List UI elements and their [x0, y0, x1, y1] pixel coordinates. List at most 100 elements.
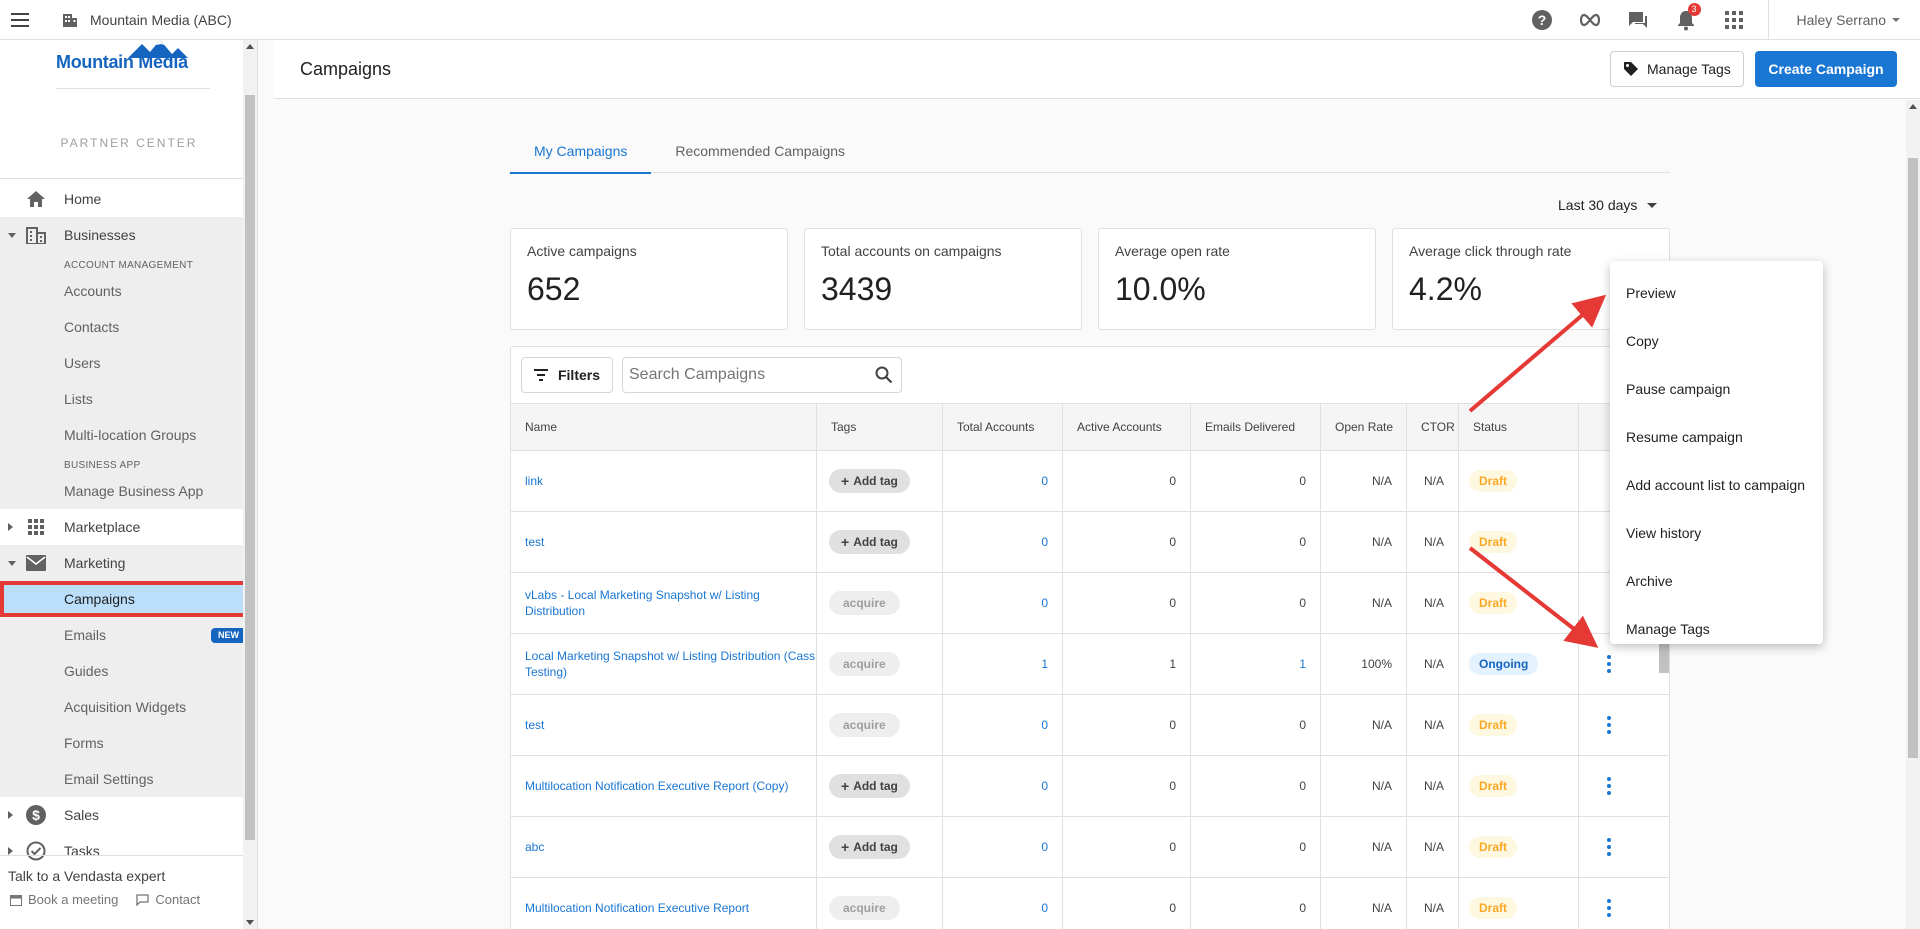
- total-accounts-link[interactable]: 0: [943, 756, 1063, 816]
- column-header-active-accounts[interactable]: Active Accounts: [1063, 404, 1191, 450]
- column-header-status[interactable]: Status: [1459, 404, 1579, 450]
- create-campaign-button[interactable]: Create Campaign: [1755, 51, 1897, 87]
- sidebar-item-guides[interactable]: Guides: [0, 653, 257, 689]
- sidebar-item-manage-business-app[interactable]: Manage Business App: [0, 473, 257, 509]
- sidebar-item-lists[interactable]: Lists: [0, 381, 257, 417]
- status-badge: Draft: [1469, 531, 1518, 553]
- campaign-name-link[interactable]: vLabs - Local Marketing Snapshot w/ List…: [511, 573, 817, 633]
- campaign-name-link[interactable]: Local Marketing Snapshot w/ Listing Dist…: [511, 634, 817, 694]
- table-row: Local Marketing Snapshot w/ Listing Dist…: [511, 634, 1669, 695]
- page-title: Campaigns: [300, 59, 392, 79]
- campaign-name-link[interactable]: test: [511, 512, 817, 572]
- total-accounts-link[interactable]: 0: [943, 695, 1063, 755]
- sidebar-item-email-settings[interactable]: Email Settings: [0, 761, 257, 797]
- add-tag-button[interactable]: + Add tag: [829, 774, 910, 798]
- campaign-name-link[interactable]: abc: [511, 817, 817, 877]
- campaign-name-link[interactable]: test: [511, 695, 817, 755]
- sidebar-item-users[interactable]: Users: [0, 345, 257, 381]
- search-icon[interactable]: [875, 366, 893, 384]
- more-vert-icon[interactable]: [1579, 817, 1639, 877]
- add-tag-button[interactable]: + Add tag: [829, 835, 910, 859]
- more-vert-icon[interactable]: [1579, 878, 1639, 929]
- total-accounts-link[interactable]: 0: [943, 512, 1063, 572]
- emails-delivered-value: 0: [1191, 451, 1321, 511]
- total-accounts-link[interactable]: 0: [943, 817, 1063, 877]
- active-accounts-value: 0: [1063, 817, 1191, 877]
- help-icon[interactable]: ?: [1518, 0, 1566, 40]
- campaign-name-link[interactable]: Multilocation Notification Executive Rep…: [511, 878, 817, 929]
- menu-item-copy[interactable]: Copy: [1610, 317, 1823, 365]
- main-scrollbar[interactable]: [1906, 100, 1920, 929]
- sidebar-item-accounts[interactable]: Accounts: [0, 273, 257, 309]
- sidebar-item-forms[interactable]: Forms: [0, 725, 257, 761]
- menu-item-resume-campaign[interactable]: Resume campaign: [1610, 413, 1823, 461]
- sidebar-scrollbar[interactable]: [243, 40, 257, 929]
- add-tag-button[interactable]: + Add tag: [829, 469, 910, 493]
- bell-icon[interactable]: 3: [1662, 0, 1710, 40]
- sidebar-item-acquisition-widgets[interactable]: Acquisition Widgets: [0, 689, 257, 725]
- menu-item-add-account-list[interactable]: Add account list to campaign: [1610, 461, 1823, 509]
- book-meeting-link[interactable]: Book a meeting: [10, 892, 118, 907]
- scroll-down-icon[interactable]: [246, 920, 254, 925]
- sidebar-item-emails[interactable]: Emails NEW: [0, 617, 257, 653]
- tag-chip[interactable]: acquire: [829, 896, 900, 920]
- tab-my-campaigns[interactable]: My Campaigns: [510, 135, 652, 174]
- menu-item-view-history[interactable]: View history: [1610, 509, 1823, 557]
- more-vert-icon[interactable]: [1579, 756, 1639, 816]
- dollar-icon: $: [26, 805, 46, 825]
- column-header-name[interactable]: Name: [511, 404, 817, 450]
- campaign-tabs: My Campaigns Recommended Campaigns: [510, 135, 1670, 174]
- more-vert-icon[interactable]: [1579, 695, 1639, 755]
- manage-tags-button[interactable]: Manage Tags: [1610, 51, 1744, 87]
- column-header-ctor[interactable]: CTOR: [1407, 404, 1459, 450]
- user-menu[interactable]: Haley Serrano: [1769, 12, 1920, 28]
- tag-chip[interactable]: acquire: [829, 591, 900, 615]
- menu-item-preview[interactable]: Preview: [1610, 269, 1823, 317]
- campaign-name-link[interactable]: link: [511, 451, 817, 511]
- add-tag-label: Add tag: [853, 535, 898, 549]
- sidebar-item-businesses[interactable]: Businesses: [0, 217, 257, 253]
- menu-item-pause-campaign[interactable]: Pause campaign: [1610, 365, 1823, 413]
- sidebar-item-home[interactable]: Home: [0, 181, 257, 217]
- menu-item-archive[interactable]: Archive: [1610, 557, 1823, 605]
- column-header-total-accounts[interactable]: Total Accounts: [943, 404, 1063, 450]
- total-accounts-link[interactable]: 0: [943, 573, 1063, 633]
- tab-recommended-campaigns[interactable]: Recommended Campaigns: [651, 135, 869, 173]
- scroll-up-icon[interactable]: [1909, 104, 1917, 109]
- scroll-thumb[interactable]: [245, 95, 255, 840]
- caret-down-icon: [8, 560, 16, 566]
- column-header-emails-delivered[interactable]: Emails Delivered: [1191, 404, 1321, 450]
- date-range-select[interactable]: Last 30 days: [1558, 197, 1658, 213]
- notification-badge: 3: [1687, 3, 1701, 16]
- sidebar-item-sales[interactable]: $ Sales: [0, 797, 257, 833]
- org-name[interactable]: Mountain Media (ABC): [90, 12, 232, 28]
- active-accounts-value: 0: [1063, 756, 1191, 816]
- campaign-name: Local Marketing Snapshot w/ Listing Dist…: [525, 649, 816, 679]
- filters-button[interactable]: Filters: [521, 357, 613, 393]
- column-header-tags[interactable]: Tags: [817, 404, 943, 450]
- menu-item-manage-tags[interactable]: Manage Tags: [1610, 605, 1823, 653]
- search-input[interactable]: [623, 358, 863, 392]
- total-accounts-link[interactable]: 0: [943, 451, 1063, 511]
- chat-icon[interactable]: [1614, 0, 1662, 40]
- tag-chip[interactable]: acquire: [829, 713, 900, 737]
- total-accounts-link[interactable]: 0: [943, 878, 1063, 929]
- add-tag-button[interactable]: + Add tag: [829, 530, 910, 554]
- menu-icon[interactable]: [0, 0, 40, 40]
- infinity-icon[interactable]: [1566, 0, 1614, 40]
- sidebar-item-contacts[interactable]: Contacts: [0, 309, 257, 345]
- sidebar-item-multi-location-groups[interactable]: Multi-location Groups: [0, 417, 257, 453]
- sidebar-item-marketplace[interactable]: Marketplace: [0, 509, 257, 545]
- total-accounts-link[interactable]: 1: [943, 634, 1063, 694]
- brand-logo: Mountain Media: [0, 40, 257, 128]
- apps-grid-icon[interactable]: [1710, 0, 1758, 40]
- column-header-open-rate[interactable]: Open Rate: [1321, 404, 1407, 450]
- status-cell: Draft: [1459, 817, 1579, 877]
- scroll-thumb[interactable]: [1908, 158, 1918, 758]
- campaign-name-link[interactable]: Multilocation Notification Executive Rep…: [511, 756, 817, 816]
- sidebar-item-marketing[interactable]: Marketing: [0, 545, 257, 581]
- tag-chip[interactable]: acquire: [829, 652, 900, 676]
- scroll-up-icon[interactable]: [246, 44, 254, 49]
- sidebar-item-campaigns[interactable]: Campaigns: [0, 581, 257, 617]
- contact-link[interactable]: Contact: [136, 892, 200, 907]
